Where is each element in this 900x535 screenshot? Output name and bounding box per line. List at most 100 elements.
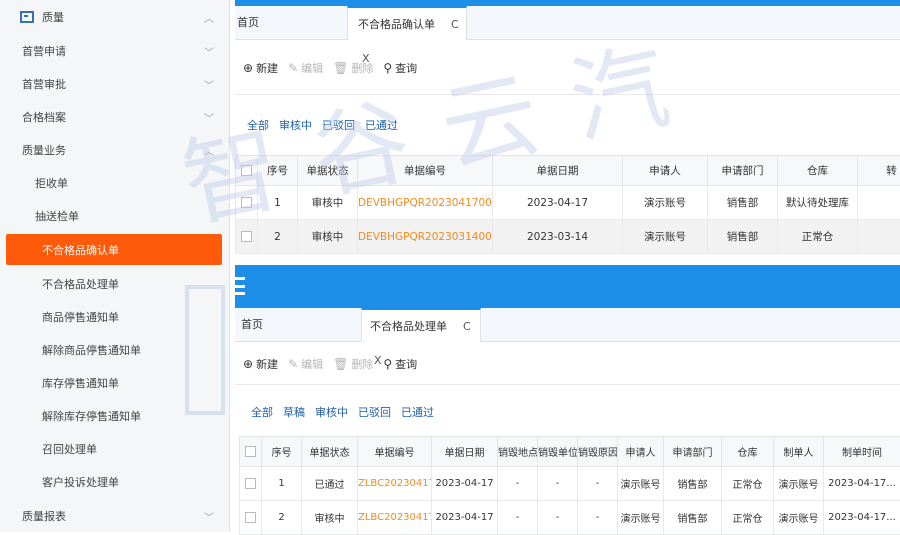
cell-applicant: 演示账号 [623,186,708,220]
sidebar-item-complaint[interactable]: 客户投诉处理单 [0,465,230,498]
new-button[interactable]: ⊕新建 [243,356,278,372]
sidebar-item-stock-resume-notice[interactable]: 解除库存停售通知单 [0,399,230,432]
cell-no: 1 [262,467,302,501]
sidebar-item-product-resume-notice[interactable]: 解除商品停售通知单 [0,333,230,366]
query-label: 查询 [395,60,417,76]
delete-button[interactable]: 🗑删除 [333,60,373,76]
cell-code-link[interactable]: ZLBC20230417000 [358,501,432,535]
new-button[interactable]: ⊕新建 [243,60,278,76]
table-row[interactable]: 2 审核中 ZLBC20230417000 2023-04-17 - - - 演… [240,501,900,535]
sidebar-item-reject[interactable]: 拒收单 [0,166,230,199]
select-all-checkbox[interactable] [240,437,262,467]
column-header[interactable]: 序号 [262,437,302,467]
table-row[interactable]: 2 审核中 DEVBHGPQR2023031400000003 2023-03-… [236,220,900,254]
edit-button[interactable]: ✎编辑 [288,60,323,76]
search-icon: ⚲ [383,61,392,75]
column-header[interactable]: 申请人 [618,437,664,467]
tab-nonconforming-confirm[interactable]: 不合格品确认单C X [347,6,467,40]
column-header[interactable]: 单据日期 [432,437,498,467]
row-checkbox[interactable] [240,467,262,501]
plus-circle-icon: ⊕ [243,357,253,371]
column-header[interactable]: 销毁单位 [538,437,578,467]
edit-button[interactable]: ✎编辑 [288,356,323,372]
column-header[interactable]: 单据状态 [302,437,358,467]
chevron-down-icon: ﹀ [204,44,214,59]
sidebar-item-label: 首营申请 [22,43,66,59]
sidebar-item-label: 首营审批 [22,76,66,92]
column-header[interactable]: 序号 [258,156,298,186]
tab-nonconforming-handle[interactable]: 不合格品处理单C X [361,308,481,342]
filter-all[interactable]: 全部 [251,404,273,420]
confirm-list-panel: 首页 不合格品确认单C X ⊕新建 ✎编辑 🗑删除 ⚲查询 全部 审核中 已驳回… [235,0,900,265]
cell-code-link[interactable]: DEVBHGPQR2023041700000001 [358,186,493,220]
query-button[interactable]: ⚲查询 [383,60,417,76]
refresh-icon[interactable]: C [451,18,459,31]
column-header[interactable]: 单据编号 [358,156,493,186]
sidebar-group-label: 质量 [42,9,64,25]
column-header[interactable]: 销毁原因 [578,437,618,467]
sidebar-item-first-approve[interactable]: 首营审批 ﹀ [0,67,230,100]
filter-rejected[interactable]: 已驳回 [358,404,391,420]
column-header[interactable]: 仓库 [778,156,858,186]
tab-home[interactable]: 首页 [241,308,263,342]
cell-date: 2023-04-17 [493,186,623,220]
sidebar-item-qualified-archive[interactable]: 合格档案 ﹀ [0,100,230,133]
column-header[interactable]: 仓库 [722,437,774,467]
sidebar-item-label: 质量报表 [22,508,66,524]
sidebar-item-recall[interactable]: 召回处理单 [0,432,230,465]
filter-all[interactable]: 全部 [247,117,269,133]
sidebar-item-sampling[interactable]: 抽送检单 [0,199,230,232]
table-row[interactable]: 1 审核中 DEVBHGPQR2023041700000001 2023-04-… [236,186,900,220]
sidebar-item-nonconforming-handle[interactable]: 不合格品处理单 [0,267,230,300]
cell-code-link[interactable]: ZLBC20230417000 [358,467,432,501]
filter-approved[interactable]: 已通过 [365,117,398,133]
sidebar-item-nonconforming-confirm[interactable]: 不合格品确认单 [6,234,222,265]
toolbar: ⊕新建 ✎编辑 🗑删除 ⚲查询 [243,356,427,372]
filter-reviewing[interactable]: 审核中 [315,404,348,420]
row-checkbox[interactable] [236,186,258,220]
table-row[interactable]: 1 已通过 ZLBC20230417000 2023-04-17 - - - 演… [240,467,900,501]
edit-icon: ✎ [288,357,298,371]
delete-button[interactable]: 🗑删除 [333,356,373,372]
column-header[interactable]: 申请部门 [664,437,722,467]
cell-status: 审核中 [302,501,358,535]
quality-module-icon [20,11,34,23]
filter-approved[interactable]: 已通过 [401,404,434,420]
column-header[interactable]: 制单时间 [824,437,900,467]
column-header[interactable]: 转 [858,156,900,186]
column-header[interactable]: 销毁地点 [498,437,538,467]
status-filter-tabs: 全部 草稿 审核中 已驳回 已通过 [251,404,444,420]
sidebar: 质量 ︿ 首营申请 ﹀ 首营审批 ﹀ 合格档案 ﹀ 质量业务 ︿ 拒收单 抽送检… [0,0,230,532]
sidebar-item-label: 召回处理单 [42,441,97,457]
sidebar-item-stock-stop-notice[interactable]: 库存停售通知单 [0,366,230,399]
column-header[interactable]: 申请人 [623,156,708,186]
tab-home[interactable]: 首页 [237,6,259,40]
row-checkbox[interactable] [236,220,258,254]
sidebar-group-quality[interactable]: 质量 ︿ [0,0,230,33]
row-checkbox[interactable] [240,501,262,535]
column-header[interactable]: 单据编号 [358,437,432,467]
menu-toggle-icon[interactable] [235,277,245,295]
filter-rejected[interactable]: 已驳回 [322,117,355,133]
delete-label: 删除 [351,356,373,372]
refresh-icon[interactable]: C [463,320,471,333]
tab-label: 不合格品确认单 [358,18,435,31]
cell-date: 2023-03-14 [493,220,623,254]
sidebar-item-quality-business[interactable]: 质量业务 ︿ [0,133,230,166]
query-button[interactable]: ⚲查询 [383,356,417,372]
filter-reviewing[interactable]: 审核中 [279,117,312,133]
sidebar-item-quality-report[interactable]: 质量报表 ﹀ [0,499,230,532]
cell-code-link[interactable]: DEVBHGPQR2023031400000003 [358,220,493,254]
column-header[interactable]: 申请部门 [708,156,778,186]
cell-extra [858,220,900,254]
sidebar-item-first-app[interactable]: 首营申请 ﹀ [0,34,230,67]
column-header[interactable]: 制单人 [774,437,824,467]
column-header[interactable]: 单据状态 [298,156,358,186]
sidebar-item-label: 质量业务 [22,142,66,158]
select-all-checkbox[interactable] [236,156,258,186]
sidebar-item-product-stop-notice[interactable]: 商品停售通知单 [0,300,230,333]
column-header[interactable]: 单据日期 [493,156,623,186]
chevron-up-icon: ︿ [204,143,214,158]
cell-maker: 演示账号 [774,467,824,501]
filter-draft[interactable]: 草稿 [283,404,305,420]
